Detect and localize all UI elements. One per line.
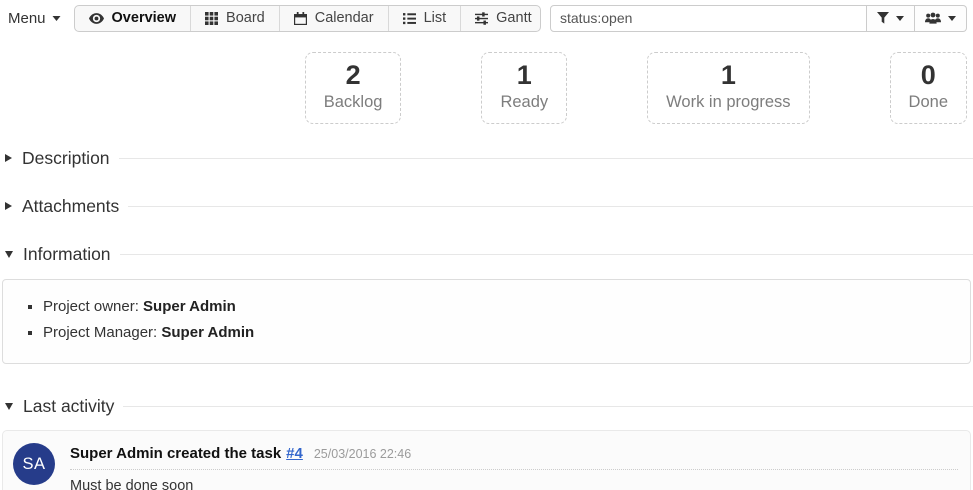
task-link[interactable]: #4 [286,445,303,462]
collapsed-triangle-icon [5,202,12,210]
done-label: Done [909,93,948,112]
grid-icon [205,12,218,25]
project-manager-value: Super Admin [161,324,254,341]
project-owner-value: Super Admin [143,298,236,315]
information-panel: Project owner: Super Admin Project Manag… [2,279,971,364]
search-input[interactable] [550,5,867,32]
list-icon [403,12,416,25]
section-title: Information [23,245,111,263]
tab-label: Gantt [496,10,531,26]
tab-overview[interactable]: Overview [75,6,191,31]
filter-dropdown-button[interactable] [867,5,915,32]
section-header-information[interactable]: Information [5,245,973,263]
work-in-progress-label: Work in progress [666,93,790,112]
backlog-count: 2 [324,60,383,90]
project-manager-label: Project Manager: [43,324,161,341]
search-group [550,5,967,32]
collapsed-triangle-icon [5,154,12,162]
tab-calendar[interactable]: Calendar [279,6,388,31]
ready-label: Ready [500,93,548,112]
section-title: Last activity [23,397,114,415]
activity-title-text: Super Admin created the task [70,445,281,462]
eye-icon [89,13,104,24]
users-icon [925,12,941,24]
summary-box-work-in-progress[interactable]: 1 Work in progress [647,52,809,124]
funnel-icon [877,12,889,24]
activity-timestamp: 25/03/2016 22:46 [314,447,411,461]
project-overview-page: Menu Overview Board [0,0,973,490]
summary-box-done[interactable]: 0 Done [890,52,967,124]
list-item: Project owner: Super Admin [43,294,960,320]
section-title: Description [22,149,110,167]
information-list: Project owner: Super Admin Project Manag… [13,294,960,346]
view-switcher: Overview Board Calendar List [74,5,541,32]
column-summary-row: 2 Backlog 1 Ready 1 Work in progress 0 D… [0,52,973,124]
caret-down-icon [948,16,956,21]
backlog-label: Backlog [324,93,383,112]
menu-label: Menu [8,10,46,27]
summary-box-backlog[interactable]: 2 Backlog [305,52,402,124]
section-header-description[interactable]: Description [5,149,973,167]
done-count: 0 [909,60,948,90]
caret-down-icon [52,16,61,21]
summary-box-ready[interactable]: 1 Ready [481,52,567,124]
work-in-progress-count: 1 [666,60,790,90]
section-title: Attachments [22,197,119,215]
ready-count: 1 [500,60,548,90]
toolbar: Menu Overview Board [0,0,973,33]
menu-dropdown[interactable]: Menu [8,10,61,27]
project-owner-label: Project owner: [43,298,143,315]
calendar-icon [294,12,307,25]
tab-label: Board [226,10,265,26]
tab-label: Overview [112,10,177,26]
expanded-triangle-icon [5,251,13,258]
section-header-last-activity[interactable]: Last activity [5,397,973,415]
activity-event: SA Super Admin created the task #4 25/03… [2,430,971,490]
activity-comment: Must be done soon [70,478,958,490]
tab-board[interactable]: Board [190,6,279,31]
tab-label: Calendar [315,10,374,26]
tab-label: List [424,10,447,26]
tab-list[interactable]: List [388,6,461,31]
caret-down-icon [896,16,904,21]
users-dropdown-button[interactable] [915,5,967,32]
avatar: SA [13,443,55,485]
activity-content: Super Admin created the task #4 25/03/20… [70,443,958,490]
sliders-icon [475,12,488,25]
list-item: Project Manager: Super Admin [43,320,960,346]
expanded-triangle-icon [5,403,13,410]
section-header-attachments[interactable]: Attachments [5,197,973,215]
activity-title: Super Admin created the task #4 25/03/20… [70,445,958,470]
tab-gantt[interactable]: Gantt [460,6,541,31]
